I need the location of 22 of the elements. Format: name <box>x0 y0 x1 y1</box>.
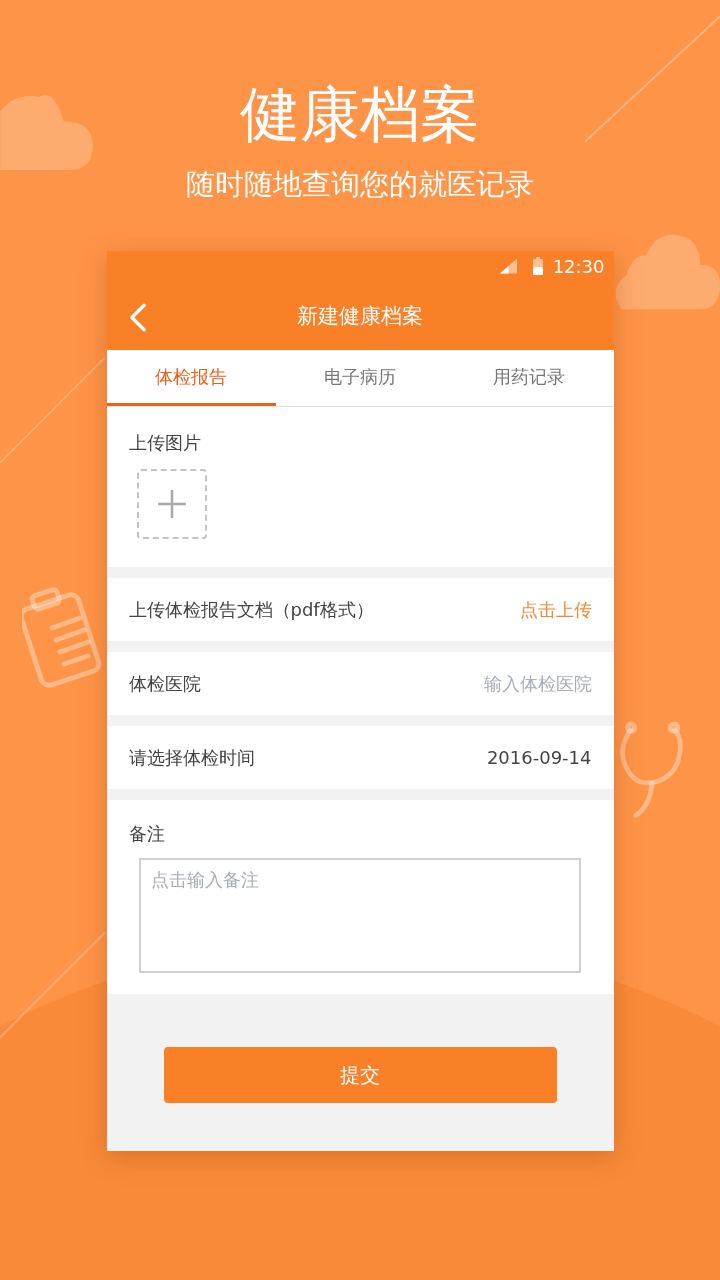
field-label: 备注 <box>128 822 165 846</box>
date-value[interactable]: 2016-09-14 <box>486 747 592 768</box>
page-title: 健康档案 <box>240 78 480 150</box>
battery-icon <box>532 257 543 275</box>
back-icon[interactable] <box>128 303 146 332</box>
screen-title: 新建健康档案 <box>297 302 423 330</box>
signal-icon <box>499 258 517 274</box>
submit-button[interactable]: 提交 <box>163 1047 557 1103</box>
field-label: 请选择体检时间 <box>128 745 255 770</box>
tab[interactable]: 电子病历 <box>275 350 445 406</box>
remark-field[interactable]: 点击输入备注 <box>138 858 581 973</box>
cloud-icon <box>0 92 93 170</box>
field-label: 上传图片 <box>128 431 201 455</box>
add-image-button[interactable] <box>136 469 207 539</box>
plus-icon <box>156 489 187 519</box>
field-label: 上传体检报告文档（pdf格式） <box>128 597 374 622</box>
input-field[interactable]: 输入体检医院 <box>411 673 592 694</box>
field-label: 体检医院 <box>128 671 201 696</box>
status-time: 12:30 <box>552 255 605 277</box>
upload-link[interactable]: 点击上传 <box>519 597 592 622</box>
page-subtitle: 随时随地查询您的就医记录 <box>186 166 534 203</box>
tab[interactable]: 用药记录 <box>444 350 614 406</box>
